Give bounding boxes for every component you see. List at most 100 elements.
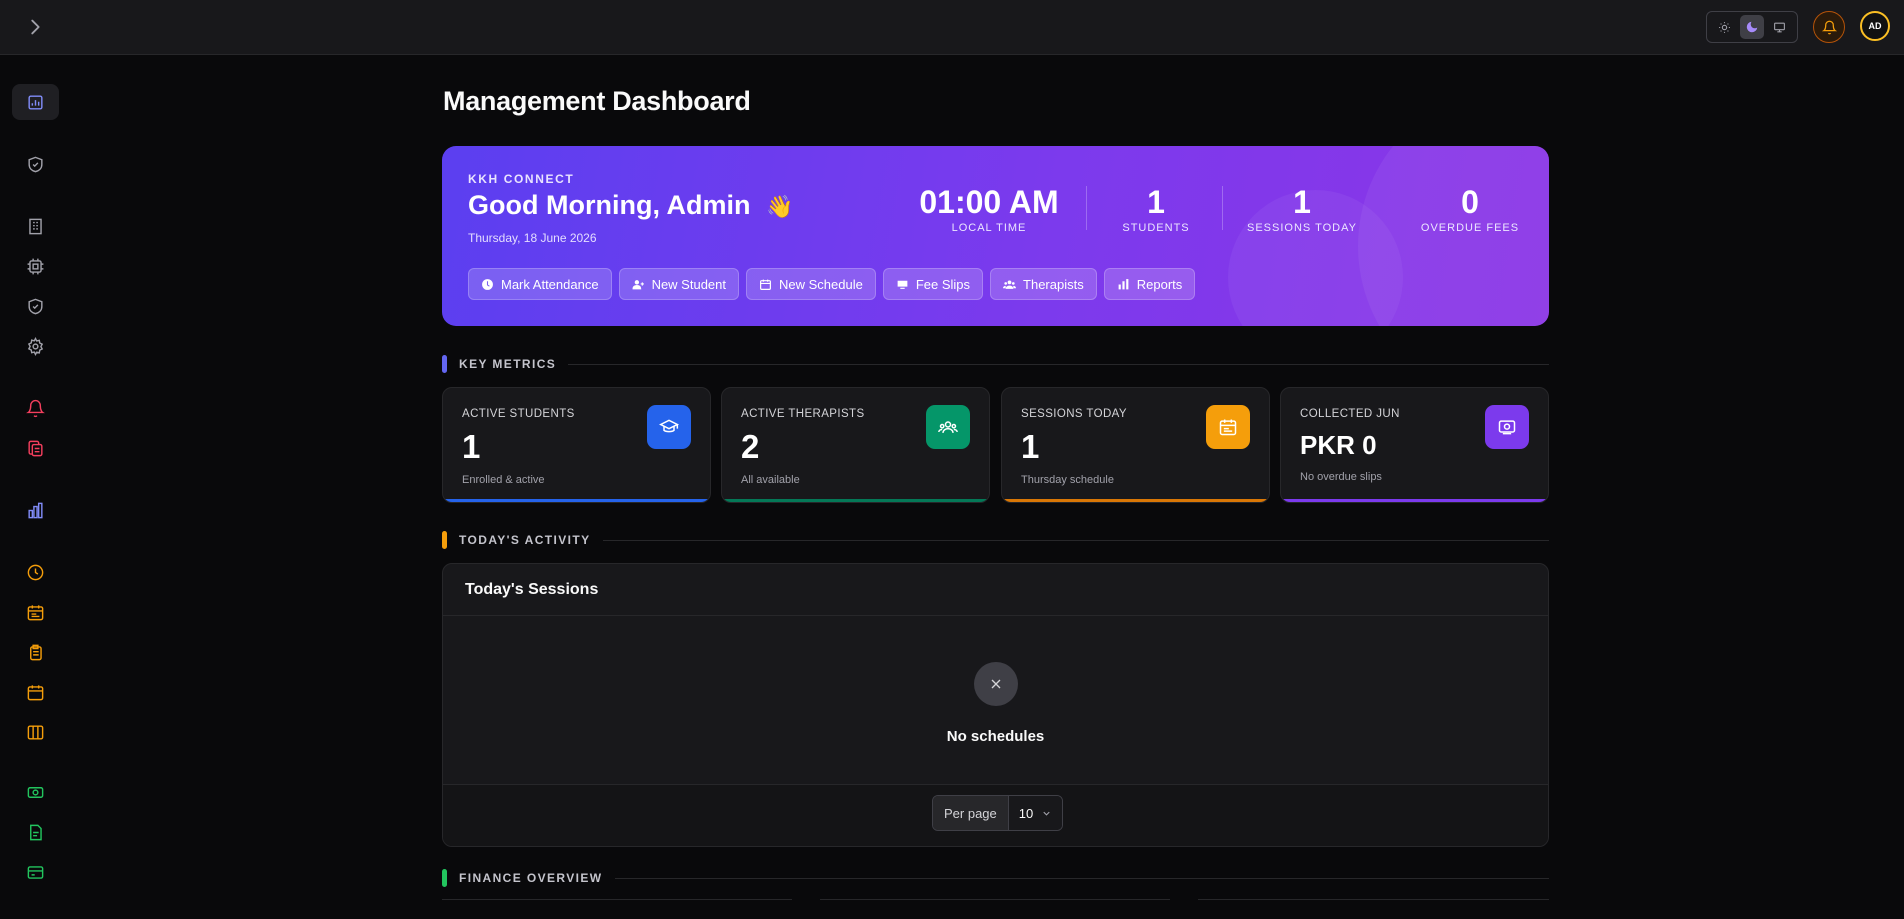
metric-card-active-therapists[interactable]: ACTIVE THERAPISTS 2 All available xyxy=(721,387,990,503)
section-divider xyxy=(568,363,1549,365)
sidebar-item-permissions[interactable] xyxy=(12,288,59,324)
metric-subtext: Enrolled & active xyxy=(462,474,545,486)
bar-chart-icon xyxy=(28,94,43,110)
sidebar-item-sessions[interactable] xyxy=(12,634,59,670)
metric-icon-badge xyxy=(1206,405,1250,449)
section-label: FINANCE OVERVIEW xyxy=(459,871,603,885)
sun-icon xyxy=(1719,21,1731,33)
chevron-right-icon xyxy=(31,19,40,35)
reports-button[interactable]: Reports xyxy=(1103,268,1196,300)
panel-footer: Per page 10 xyxy=(443,784,1548,846)
metric-card-sessions-today[interactable]: SESSIONS TODAY 1 Thursday schedule xyxy=(1001,387,1270,503)
sidebar-item-dashboard[interactable] xyxy=(12,84,59,120)
new-student-button[interactable]: New Student xyxy=(618,268,739,300)
button-label: Reports xyxy=(1136,276,1183,292)
sidebar-item-documents[interactable] xyxy=(12,430,59,466)
per-page-label: Per page xyxy=(933,796,1009,830)
fee-slips-button[interactable]: Fee Slips xyxy=(882,268,984,300)
monitor-icon xyxy=(1773,22,1785,32)
divider xyxy=(1086,186,1087,230)
money-icon xyxy=(1498,420,1516,435)
therapists-button[interactable]: Therapists xyxy=(990,268,1097,300)
app-name: KKH CONNECT xyxy=(468,172,575,186)
metric-icon-badge xyxy=(1485,405,1529,449)
clipboard-icon xyxy=(30,644,42,660)
document-icon xyxy=(30,824,42,840)
expand-sidebar-button[interactable] xyxy=(24,16,46,38)
clock-icon xyxy=(27,564,44,580)
per-page-select[interactable]: 10 xyxy=(1008,796,1063,830)
sidebar-item-settings[interactable] xyxy=(12,328,59,364)
section-label: KEY METRICS xyxy=(459,357,557,371)
overdue-fees-stat: 0 OVERDUE FEES xyxy=(1410,184,1530,234)
money-icon xyxy=(897,280,908,289)
sidebar-item-reports[interactable] xyxy=(12,492,59,528)
metric-value: PKR 0 xyxy=(1300,430,1377,460)
metric-label: COLLECTED JUN xyxy=(1300,408,1400,420)
metric-label: SESSIONS TODAY xyxy=(1021,408,1127,420)
calendar-icon xyxy=(27,684,44,700)
theme-system-button[interactable] xyxy=(1767,15,1791,39)
key-metrics-section-header: KEY METRICS xyxy=(442,355,1549,373)
notifications-button[interactable] xyxy=(1813,11,1845,43)
theme-light-button[interactable] xyxy=(1713,15,1737,39)
sidebar-item-attendance[interactable] xyxy=(12,554,59,590)
metric-label: ACTIVE THERAPISTS xyxy=(741,408,865,420)
top-bar: AD xyxy=(0,0,1904,55)
local-time-stat: 01:00 AM LOCAL TIME xyxy=(904,184,1074,234)
calendar-icon xyxy=(760,279,771,290)
mark-attendance-button[interactable]: Mark Attendance xyxy=(468,268,612,300)
sidebar-item-invoices[interactable] xyxy=(12,814,59,850)
button-label: Therapists xyxy=(1023,276,1084,292)
theme-dark-button[interactable] xyxy=(1739,15,1764,39)
metric-card-collected[interactable]: COLLECTED JUN PKR 0 No overdue slips xyxy=(1280,387,1549,503)
calendar-list-icon xyxy=(27,604,44,620)
metric-card-active-students[interactable]: ACTIVE STUDENTS 1 Enrolled & active xyxy=(442,387,711,503)
overdue-fees-label: OVERDUE FEES xyxy=(1420,222,1520,234)
sidebar-item-organization[interactable] xyxy=(12,208,59,244)
section-divider xyxy=(614,877,1549,879)
user-avatar[interactable]: AD xyxy=(1860,11,1890,41)
todays-sessions-panel: Today's Sessions No schedules Per page 1… xyxy=(442,563,1549,847)
sessions-today-stat: 1 SESSIONS TODAY xyxy=(1240,184,1364,234)
bar-chart-icon xyxy=(28,502,43,518)
sidebar-item-calendar[interactable] xyxy=(12,674,59,710)
metric-subtext: All available xyxy=(741,474,800,486)
button-label: Fee Slips xyxy=(915,276,971,292)
quick-actions: Mark Attendance New Student New Schedule… xyxy=(468,268,1196,300)
new-schedule-button[interactable]: New Schedule xyxy=(746,268,876,300)
finance-card xyxy=(442,899,792,919)
section-accent xyxy=(442,869,447,887)
overdue-fees-value: 0 xyxy=(1461,184,1479,220)
metric-subtext: No overdue slips xyxy=(1300,471,1382,483)
money-icon xyxy=(27,786,44,798)
sidebar-item-system[interactable] xyxy=(12,248,59,284)
sidebar-item-notifications[interactable] xyxy=(12,390,59,426)
welcome-banner: KKH CONNECT Good Morning, Admin 👋 Thursd… xyxy=(442,146,1549,326)
students-value: 1 xyxy=(1147,184,1165,220)
calendar-list-icon xyxy=(1219,419,1237,436)
button-label: Mark Attendance xyxy=(501,276,599,292)
sidebar-item-security[interactable] xyxy=(12,146,59,182)
metric-accent-bar xyxy=(1002,499,1269,502)
greeting-text: Good Morning, Admin xyxy=(468,190,751,220)
chevron-down-icon xyxy=(1043,811,1050,816)
metric-icon-badge xyxy=(647,405,691,449)
section-divider xyxy=(602,539,1549,541)
section-label: TODAY'S ACTIVITY xyxy=(459,533,591,547)
sidebar-item-board[interactable] xyxy=(12,714,59,750)
files-icon xyxy=(28,440,43,456)
metric-subtext: Thursday schedule xyxy=(1021,474,1114,486)
button-label: New Student xyxy=(651,276,726,292)
sidebar xyxy=(0,56,70,902)
sidebar-item-fees[interactable] xyxy=(12,774,59,810)
sidebar-item-payments[interactable] xyxy=(12,854,59,890)
metric-value: 2 xyxy=(741,428,760,465)
users-icon xyxy=(1003,279,1017,289)
metric-value: 1 xyxy=(1021,428,1040,465)
metric-accent-bar xyxy=(1281,499,1548,502)
sidebar-item-schedule[interactable] xyxy=(12,594,59,630)
metric-accent-bar xyxy=(722,499,989,502)
sessions-today-value: 1 xyxy=(1293,184,1311,220)
button-label: New Schedule xyxy=(779,276,863,292)
